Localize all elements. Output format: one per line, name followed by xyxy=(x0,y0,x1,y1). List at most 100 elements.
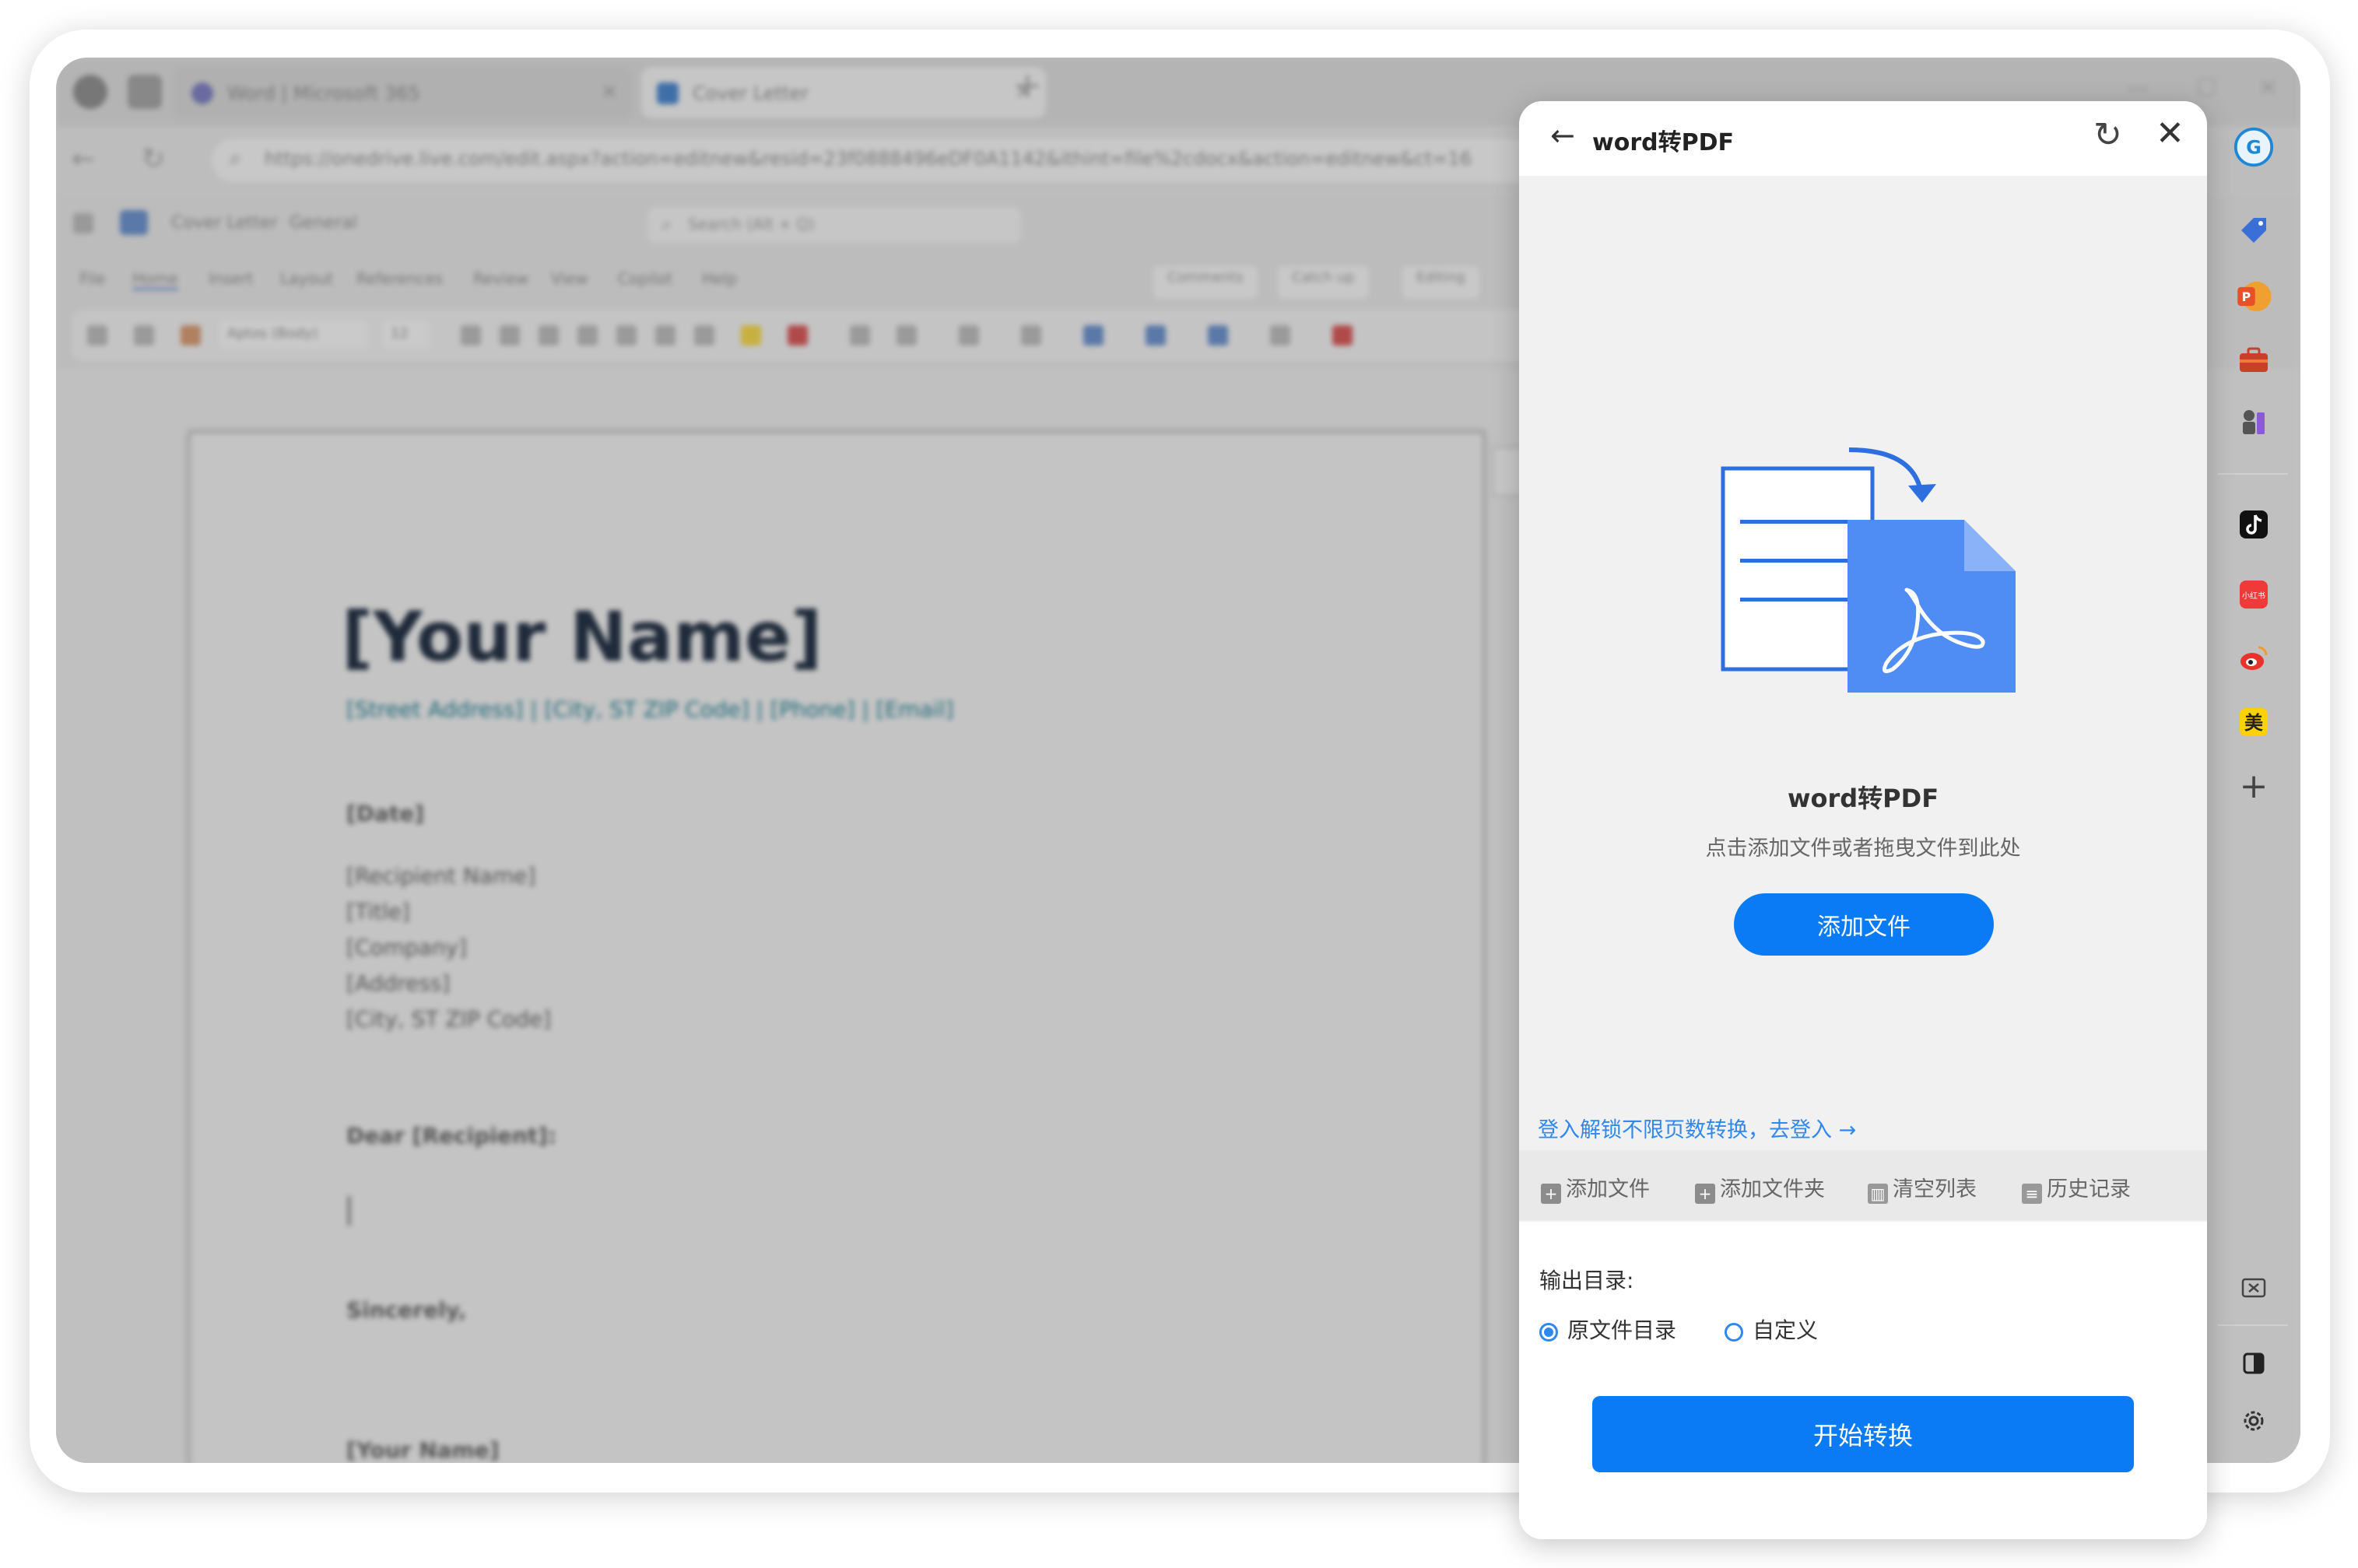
doc-date: [Date] xyxy=(346,801,425,826)
close-icon[interactable]: ✕ xyxy=(2156,114,2184,153)
underline-icon[interactable] xyxy=(616,325,637,346)
text-cursor xyxy=(348,1196,350,1226)
highlight-icon[interactable] xyxy=(741,325,761,346)
text-color-icon[interactable] xyxy=(788,325,808,346)
bullets-icon[interactable] xyxy=(850,325,870,346)
italic-icon[interactable] xyxy=(577,325,598,346)
doc-signature: [Your Name] xyxy=(346,1437,500,1463)
settings-icon[interactable] xyxy=(2233,1401,2274,1441)
tab-review[interactable]: Review xyxy=(473,269,528,288)
output-directory-label: 输出目录: xyxy=(1539,1268,1634,1293)
start-convert-button[interactable]: 开始转换 xyxy=(1592,1396,2134,1472)
maximize-icon[interactable]: ☐ xyxy=(2196,75,2217,102)
tab-cover-title: Cover Letter xyxy=(693,82,809,104)
reload-icon[interactable]: ↻ xyxy=(142,143,165,175)
copilot-icon[interactable] xyxy=(1270,325,1290,346)
add-file-action[interactable]: + 添加文件 xyxy=(1541,1172,1650,1204)
xiaohongshu-text: 小红书 xyxy=(2242,591,2265,601)
shrink-font-icon[interactable] xyxy=(500,325,520,346)
tab-view[interactable]: View xyxy=(551,269,588,288)
doc-heading-name: [Your Name] xyxy=(342,597,823,677)
new-tab-button[interactable]: + xyxy=(1013,65,1042,105)
history-icon: ≡ xyxy=(2022,1184,2042,1204)
doc-salutation: Dear [Recipient]: xyxy=(346,1123,557,1149)
sidebar-divider xyxy=(2218,1324,2288,1326)
radio-custom-dir-label: 自定义 xyxy=(1753,1317,1819,1343)
radio-checked-icon[interactable] xyxy=(1539,1323,1558,1342)
back-icon[interactable]: ← xyxy=(72,143,95,175)
designer-icon[interactable] xyxy=(1208,325,1228,346)
tab-help[interactable]: Help xyxy=(702,269,738,288)
doc-recipient-line: [Title] xyxy=(346,899,410,924)
tab-word[interactable]: Word | Microsoft 365 ✕ xyxy=(173,67,632,118)
grow-font-icon[interactable] xyxy=(461,325,481,346)
screenshot-icon[interactable] xyxy=(2233,1268,2274,1309)
word-doc-tab-icon xyxy=(657,82,679,104)
font-size-select[interactable]: 12 xyxy=(383,321,430,349)
radio-custom-dir[interactable]: 自定义 xyxy=(1725,1314,1818,1345)
minimize-icon[interactable]: — xyxy=(2126,75,2149,102)
drop-zone-hint: 点击添加文件或者拖曳文件到此处 xyxy=(1705,837,2021,861)
sidebar-divider xyxy=(2218,473,2288,475)
catch-up-button[interactable]: Catch up xyxy=(1278,266,1369,299)
strikethrough-icon[interactable] xyxy=(655,325,675,346)
tab-actions-icon[interactable] xyxy=(128,75,162,109)
add-file-button[interactable]: 添加文件 xyxy=(1734,893,1994,956)
file-drop-zone[interactable]: word转PDF 点击添加文件或者拖曳文件到此处 添加文件 xyxy=(1519,176,2207,1222)
doc-contact-line: [Street Address] | [City, ST ZIP Code] |… xyxy=(346,696,954,722)
tab-references[interactable]: References xyxy=(356,269,443,288)
profile-avatar[interactable] xyxy=(73,75,107,109)
document-page[interactable]: [Your Name] [Street Address] | [City, ST… xyxy=(188,431,1485,1463)
toolbox-icon[interactable] xyxy=(2233,339,2274,380)
add-file-action-label: 添加文件 xyxy=(1566,1177,1650,1201)
tab-insert[interactable]: Insert xyxy=(209,269,253,288)
back-arrow-icon[interactable]: ← xyxy=(1550,118,1575,153)
clear-list-action[interactable]: ▥ 清空列表 xyxy=(1868,1172,1977,1204)
url-input[interactable]: ⌕ https://onedrive.live.com/edit.aspx?ac… xyxy=(212,139,1566,182)
sensitivity-label[interactable]: General xyxy=(289,213,357,233)
history-action[interactable]: ≡ 历史记录 xyxy=(2022,1172,2131,1204)
tab-layout[interactable]: Layout xyxy=(280,269,333,288)
bold-icon[interactable] xyxy=(539,325,559,346)
word-to-pdf-panel: ← word转PDF ↻ ✕ word转PDF 点击添加文件或者拖曳文件到此处 … xyxy=(1519,101,2207,1539)
format-painter-icon[interactable] xyxy=(181,325,201,346)
radio-unchecked-icon[interactable] xyxy=(1725,1323,1743,1342)
addins-icon[interactable] xyxy=(1332,325,1353,346)
word-search-input[interactable]: ⌕ Search (Alt + Q) xyxy=(647,207,1021,243)
grammarly-icon[interactable]: G xyxy=(2233,127,2274,167)
font-color-icon[interactable] xyxy=(694,325,714,346)
tab-cover-letter[interactable]: Cover Letter ✕ xyxy=(641,67,1046,118)
add-icon[interactable]: + xyxy=(2233,766,2274,806)
pdf-convert-icon[interactable]: P xyxy=(2233,276,2274,317)
font-name-select[interactable]: Aptos (Body) xyxy=(219,321,367,349)
app-launcher-icon[interactable] xyxy=(73,213,93,233)
history-action-label: 历史记录 xyxy=(2047,1177,2131,1201)
tab-copilot[interactable]: Copilot xyxy=(618,269,672,288)
close-icon[interactable]: ✕ xyxy=(601,81,618,104)
doc-title[interactable]: Cover Letter xyxy=(171,213,278,233)
chess-icon[interactable] xyxy=(2233,402,2274,442)
tab-file[interactable]: File xyxy=(79,269,105,288)
login-link[interactable]: 登入解锁不限页数转换，去登入 → xyxy=(1538,1113,1856,1143)
numbering-icon[interactable] xyxy=(897,325,917,346)
refresh-icon[interactable]: ↻ xyxy=(2093,115,2122,155)
weibo-icon[interactable] xyxy=(2233,638,2274,679)
paste-icon[interactable] xyxy=(134,325,154,346)
tiktok-icon[interactable] xyxy=(2233,504,2274,545)
doc-recipient-line: [City, ST ZIP Code] xyxy=(346,1006,552,1032)
undo-icon[interactable] xyxy=(87,325,107,346)
tag-icon[interactable] xyxy=(2233,210,2274,251)
styles-icon[interactable] xyxy=(959,325,979,346)
dictate-icon[interactable] xyxy=(1083,325,1104,346)
radio-original-dir[interactable]: 原文件目录 xyxy=(1539,1314,1676,1345)
meituan-icon[interactable]: 美 xyxy=(2233,702,2274,742)
editor-icon[interactable] xyxy=(1146,325,1166,346)
theme-icon[interactable] xyxy=(2233,1343,2274,1384)
editing-mode-button[interactable]: Editing xyxy=(1402,266,1479,299)
comments-button[interactable]: Comments xyxy=(1153,266,1258,299)
add-folder-action[interactable]: + 添加文件夹 xyxy=(1695,1172,1825,1204)
window-close-icon[interactable]: ✕ xyxy=(2258,75,2278,102)
tab-home[interactable]: Home xyxy=(132,269,179,290)
xiaohongshu-icon[interactable]: 小红书 xyxy=(2233,574,2274,615)
find-icon[interactable] xyxy=(1021,325,1041,346)
